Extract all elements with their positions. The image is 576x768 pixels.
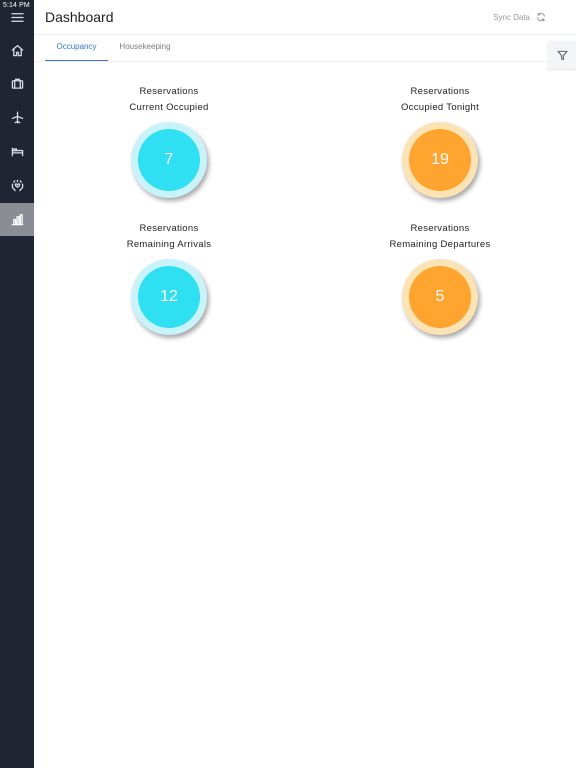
widget-remaining-departures[interactable]: Reservations Remaining Departures 5 [330, 221, 550, 335]
count-circle: 5 [402, 259, 478, 335]
sidebar-item-housekeeping[interactable] [0, 169, 34, 202]
widget-title: Reservations [139, 86, 199, 97]
sync-data-label: Sync Data [493, 12, 530, 22]
home-icon [11, 45, 23, 57]
sidebar-item-rooms[interactable] [0, 135, 34, 168]
widget-subtitle: Current Occupied [129, 102, 209, 113]
widget-title: Reservations [410, 223, 470, 234]
widget-remaining-arrivals[interactable]: Reservations Remaining Arrivals 12 [59, 221, 279, 335]
hands-heart-icon [11, 179, 23, 192]
tab-occupancy[interactable]: Occupancy [45, 36, 108, 61]
widget-subtitle: Remaining Arrivals [126, 239, 212, 250]
count-circle: 19 [402, 122, 478, 198]
menu-icon [10, 13, 24, 22]
sidebar-item-reservations[interactable] [0, 67, 34, 100]
tab-housekeeping[interactable]: Housekeeping [108, 36, 182, 61]
count-value: 5 [409, 266, 471, 328]
filter-button[interactable] [548, 41, 576, 69]
header-divider [34, 34, 576, 35]
sidebar-item-arrivals[interactable] [0, 101, 34, 134]
widget-subtitle: Remaining Departures [389, 239, 491, 250]
count-value: 7 [138, 129, 200, 191]
widget-subtitle: Occupied Tonight [400, 102, 480, 113]
airplane-icon [11, 111, 23, 124]
widget-occupied-tonight[interactable]: Reservations Occupied Tonight 19 [330, 84, 550, 198]
page-title: Dashboard [45, 9, 114, 25]
sidebar: 5:14 PM [0, 0, 34, 768]
count-circle: 12 [131, 259, 207, 335]
count-value: 19 [409, 129, 471, 191]
suitcase-icon [11, 78, 23, 89]
bar-chart-icon [11, 214, 23, 226]
count-circle: 7 [131, 122, 207, 198]
sidebar-item-home[interactable] [0, 34, 34, 67]
widget-title: Reservations [139, 223, 199, 234]
sidebar-item-dashboard[interactable] [0, 203, 34, 236]
bed-icon [11, 147, 23, 157]
main-content: Dashboard Sync Data Occupancy Housekeepi… [34, 0, 576, 768]
refresh-icon [537, 12, 545, 22]
tab-bar: Occupancy Housekeeping [45, 36, 182, 61]
count-value: 12 [138, 266, 200, 328]
tabs-divider [34, 61, 576, 62]
widget-current-occupied[interactable]: Reservations Current Occupied 7 [59, 84, 279, 198]
sync-data-button[interactable]: Sync Data [493, 12, 546, 22]
widget-title: Reservations [410, 86, 470, 97]
menu-button[interactable] [0, 1, 34, 34]
filter-icon [556, 50, 568, 60]
